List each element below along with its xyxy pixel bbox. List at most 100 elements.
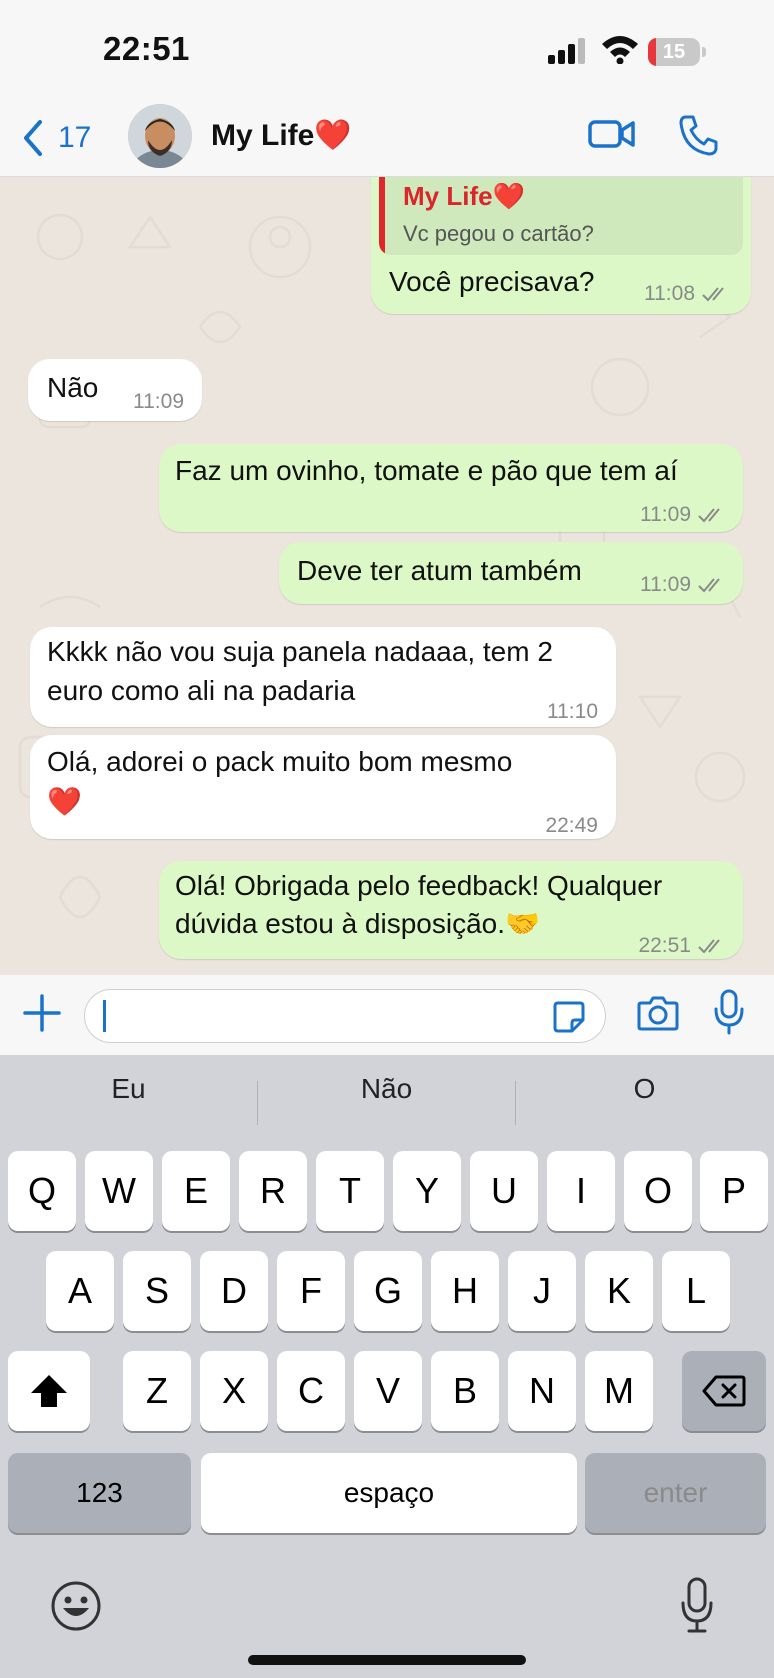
message-text-line: Olá! Obrigada pelo feedback! Qualquer — [175, 870, 663, 901]
key-j[interactable]: J — [508, 1251, 576, 1331]
message-time: 11:09 — [133, 390, 184, 413]
key-b[interactable]: B — [431, 1351, 499, 1431]
chat-header: 17 My Life❤️ — [0, 100, 774, 177]
message-input[interactable] — [84, 989, 606, 1043]
message-text-line: Olá, adorei o pack muito bom mesmo — [47, 746, 513, 777]
key-o[interactable]: O — [624, 1151, 692, 1231]
battery-indicator: 15 — [648, 38, 706, 66]
avatar-photo — [128, 104, 192, 168]
space-key[interactable]: espaço — [201, 1453, 577, 1533]
mic-icon[interactable] — [714, 989, 744, 1035]
emoji-icon[interactable] — [50, 1580, 102, 1632]
unread-count: 17 — [58, 121, 92, 154]
message-time: 11:08 — [644, 282, 695, 305]
message-time: 11:09 — [640, 573, 691, 596]
video-call-icon[interactable] — [588, 114, 636, 154]
quote-accent-bar — [379, 177, 385, 255]
read-receipt-icon — [698, 578, 720, 593]
message-outgoing[interactable]: My Life❤️ Vc pegou o cartão? Você precis… — [371, 177, 751, 314]
status-time: 22:51 — [103, 30, 190, 67]
enter-key[interactable]: enter — [585, 1453, 766, 1533]
message-text: Faz um ovinho, tomate e pão que tem aí — [175, 455, 678, 486]
contact-name[interactable]: My Life❤️ — [211, 118, 352, 153]
message-text-line: euro como ali na padaria — [47, 675, 356, 706]
message-text: Deve ter atum também — [297, 555, 582, 586]
message-meta: 11:09 — [640, 566, 727, 604]
message-incoming[interactable]: Kkkk não vou suja panela nadaaa, tem 2 e… — [30, 627, 616, 727]
home-indicator — [248, 1655, 526, 1665]
message-text-line: dúvida estou à disposição.🤝 — [175, 908, 540, 939]
key-t[interactable]: T — [316, 1151, 384, 1231]
message-meta: 22:51 — [638, 927, 727, 965]
quote-text: Vc pegou o cartão? — [403, 221, 594, 246]
suggestion-1[interactable]: Eu — [0, 1073, 257, 1105]
phone-icon[interactable] — [678, 114, 718, 156]
camera-icon[interactable] — [637, 993, 679, 1033]
shift-key[interactable] — [8, 1351, 90, 1431]
numbers-key[interactable]: 123 — [8, 1453, 191, 1533]
message-meta: 11:09 — [640, 496, 727, 534]
shift-icon — [31, 1375, 67, 1407]
read-receipt-icon — [698, 939, 720, 954]
message-incoming[interactable]: Olá, adorei o pack muito bom mesmo ❤️ 22… — [30, 735, 616, 839]
quoted-message[interactable]: My Life❤️ Vc pegou o cartão? — [379, 177, 743, 255]
message-meta: 22:49 — [545, 807, 598, 845]
key-k[interactable]: K — [585, 1251, 653, 1331]
key-f[interactable]: F — [277, 1251, 345, 1331]
quote-author: My Life❤️ — [403, 181, 525, 211]
key-m[interactable]: M — [585, 1351, 653, 1431]
battery-percent: 15 — [662, 41, 686, 63]
key-y[interactable]: Y — [393, 1151, 461, 1231]
composer-bar — [0, 975, 774, 1055]
wifi-icon — [602, 36, 638, 64]
contact-avatar[interactable] — [128, 104, 192, 168]
key-q[interactable]: Q — [8, 1151, 76, 1231]
message-outgoing[interactable]: Deve ter atum também 11:09 — [279, 542, 743, 604]
key-c[interactable]: C — [277, 1351, 345, 1431]
read-receipt-icon — [702, 287, 724, 302]
key-i[interactable]: I — [547, 1151, 615, 1231]
key-v[interactable]: V — [354, 1351, 422, 1431]
message-outgoing[interactable]: Faz um ovinho, tomate e pão que tem aí 1… — [159, 444, 743, 532]
backspace-icon — [702, 1375, 746, 1407]
suggestion-3[interactable]: O — [516, 1073, 773, 1105]
key-e[interactable]: E — [162, 1151, 230, 1231]
back-button[interactable]: 17 — [20, 118, 91, 158]
message-outgoing[interactable]: Olá! Obrigada pelo feedback! Qualquer dú… — [159, 861, 743, 959]
key-l[interactable]: L — [662, 1251, 730, 1331]
message-text-line: ❤️ — [47, 786, 82, 817]
key-r[interactable]: R — [239, 1151, 307, 1231]
key-x[interactable]: X — [200, 1351, 268, 1431]
message-time: 22:51 — [638, 934, 691, 957]
message-text: Você precisava? — [389, 266, 595, 297]
key-n[interactable]: N — [508, 1351, 576, 1431]
status-bar: 22:51 15 — [0, 0, 774, 100]
key-p[interactable]: P — [700, 1151, 768, 1231]
message-time: 11:09 — [640, 503, 691, 526]
cellular-signal-icon — [548, 38, 585, 64]
message-meta: 11:09 — [133, 383, 184, 421]
key-d[interactable]: D — [200, 1251, 268, 1331]
key-s[interactable]: S — [123, 1251, 191, 1331]
message-text: Não — [47, 372, 99, 403]
sticker-icon[interactable] — [552, 1000, 586, 1034]
key-u[interactable]: U — [470, 1151, 538, 1231]
key-z[interactable]: Z — [123, 1351, 191, 1431]
key-a[interactable]: A — [46, 1251, 114, 1331]
chevron-left-icon — [24, 120, 42, 156]
read-receipt-icon — [698, 508, 720, 523]
suggestion-2[interactable]: Não — [258, 1073, 515, 1105]
keyboard: Eu Não O Q W E R T Y U I O P A S D F G H… — [0, 1055, 774, 1678]
message-time: 22:49 — [545, 814, 598, 837]
chat-area[interactable]: My Life❤️ Vc pegou o cartão? Você precis… — [0, 177, 774, 975]
plus-icon[interactable] — [22, 993, 62, 1033]
dictation-mic-icon[interactable] — [680, 1577, 714, 1633]
message-incoming[interactable]: Não 11:09 — [28, 359, 202, 421]
delete-key[interactable] — [682, 1351, 766, 1431]
message-time: 11:10 — [547, 700, 598, 723]
key-g[interactable]: G — [354, 1251, 422, 1331]
key-h[interactable]: H — [431, 1251, 499, 1331]
text-cursor — [103, 1000, 106, 1032]
message-text-line: Kkkk não vou suja panela nadaaa, tem 2 — [47, 636, 553, 667]
key-w[interactable]: W — [85, 1151, 153, 1231]
